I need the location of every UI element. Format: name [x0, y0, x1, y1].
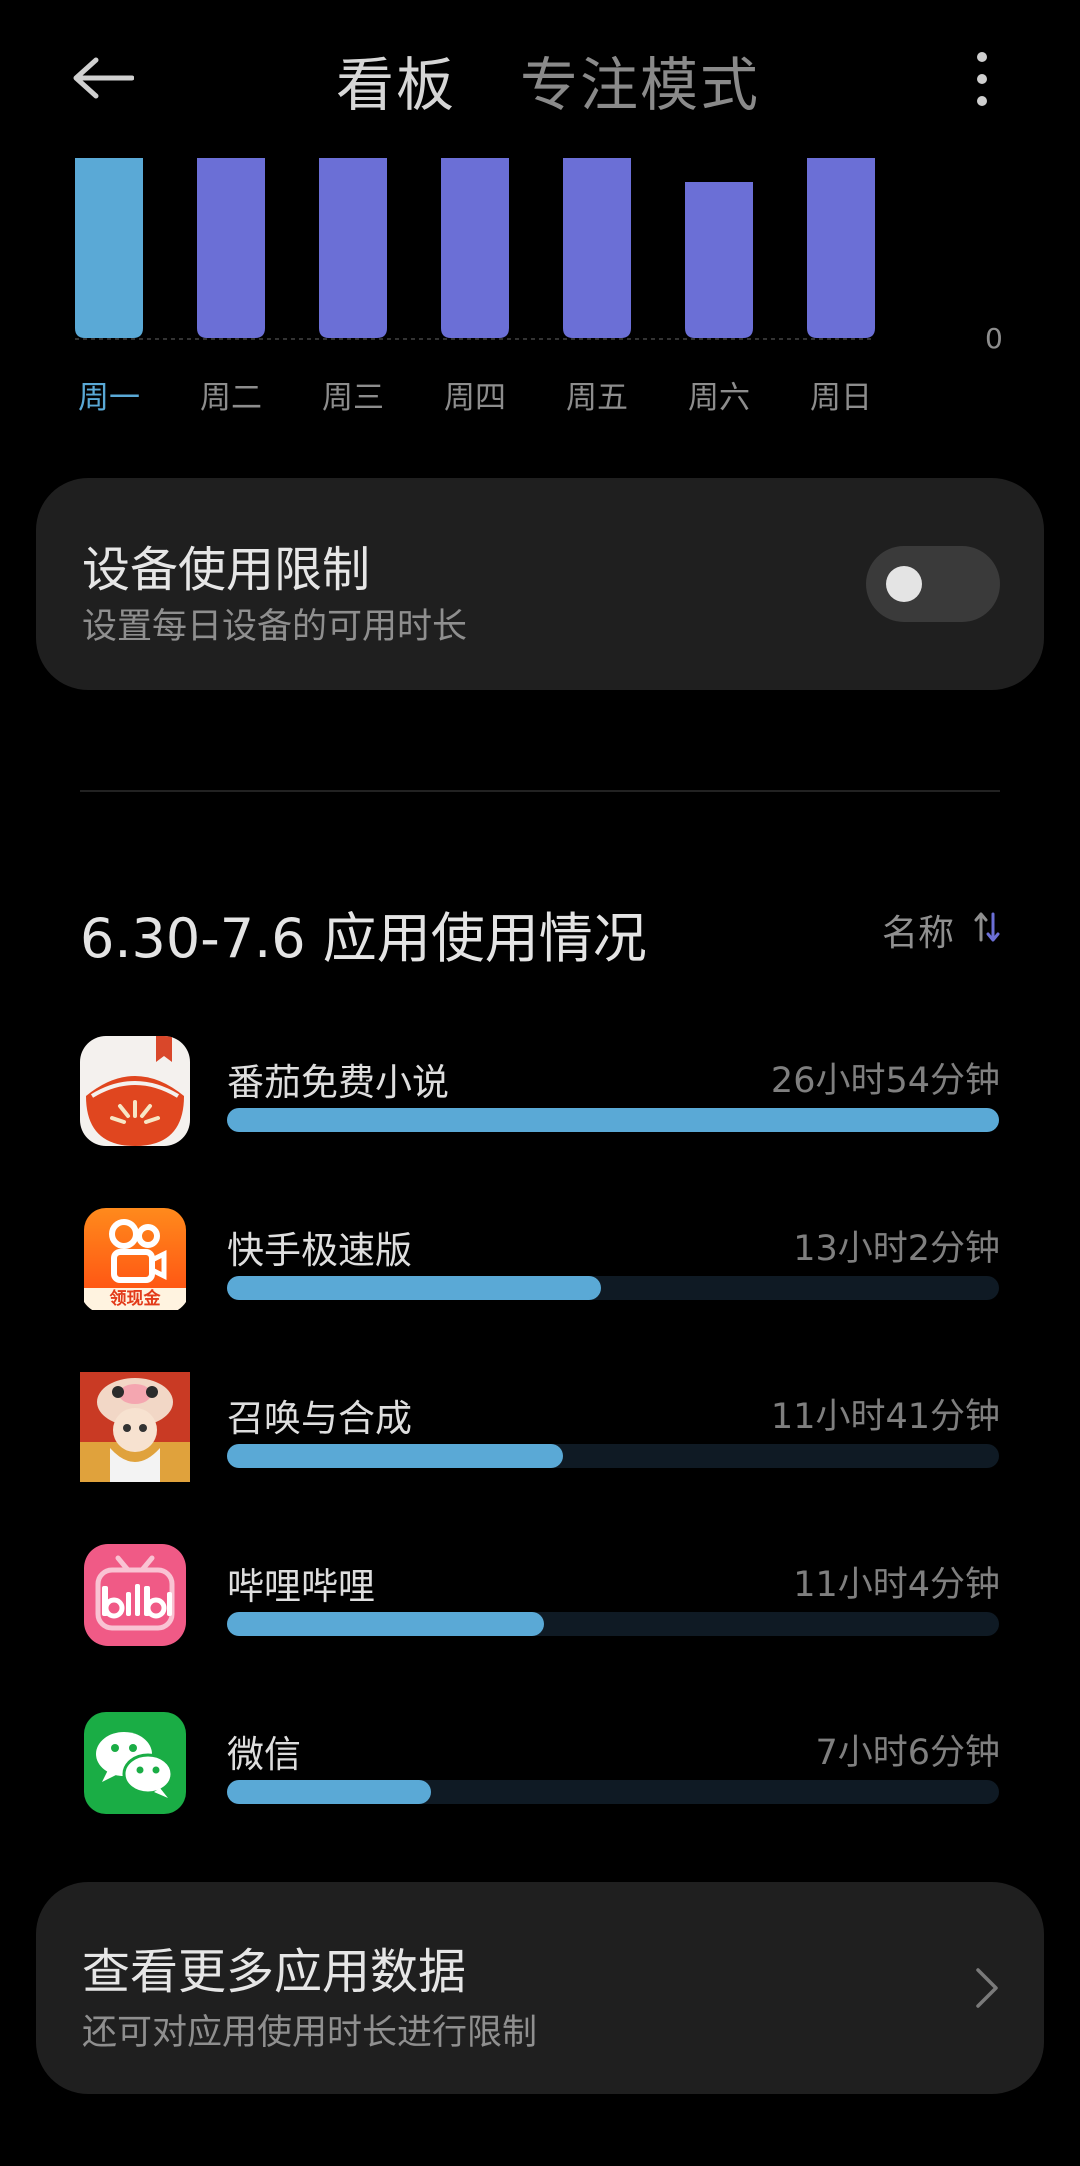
chevron-right-icon [976, 1968, 998, 2008]
usage-bar-track [227, 1108, 999, 1132]
app-usage-row[interactable]: 番茄免费小说 26小时54分钟 [0, 1036, 1080, 1166]
toggle-knob [886, 566, 922, 602]
bilibili-icon [80, 1540, 190, 1650]
device-limit-toggle[interactable] [866, 546, 1000, 622]
usage-bar-track [227, 1276, 999, 1300]
chart-bar-3[interactable] [319, 158, 387, 338]
sort-icon[interactable] [974, 910, 1000, 944]
chart-bar-7[interactable] [807, 158, 875, 338]
app-name: 快手极速版 [227, 1229, 412, 1272]
chart-bar-4[interactable] [441, 158, 509, 338]
tomato-novel-icon [80, 1036, 190, 1146]
tab-dashboard[interactable]: 看板 [336, 38, 456, 122]
app-usage-time: 11小时41分钟 [770, 1397, 1000, 1437]
more-app-data-subtitle: 还可对应用使用时长进行限制 [82, 2013, 538, 2053]
more-dot-icon [977, 74, 987, 84]
sort-by-name-button[interactable]: 名称 [882, 904, 954, 956]
tab-focus-mode[interactable]: 专注模式 [520, 38, 760, 122]
more-options-button[interactable] [970, 52, 994, 106]
section-divider [80, 790, 1000, 792]
chart-day-label[interactable]: 周六 [669, 372, 769, 417]
device-limit-card[interactable]: 设备使用限制 设置每日设备的可用时长 [36, 478, 1044, 690]
usage-bar-fill [227, 1612, 545, 1636]
chart-day-label[interactable]: 周三 [303, 372, 403, 417]
usage-section-title: 6.30-7.6 应用使用情况 [80, 907, 647, 970]
app-usage-row[interactable]: 召唤与合成 11小时41分钟 [0, 1372, 1080, 1502]
app-usage-time: 7小时6分钟 [815, 1733, 1000, 1773]
device-limit-title: 设备使用限制 [82, 542, 371, 598]
chart-day-label[interactable]: 周一 [59, 372, 159, 417]
app-name: 哔哩哔哩 [227, 1565, 375, 1608]
app-name: 微信 [227, 1733, 301, 1776]
chart-day-labels: 周一 周二 周三 周四 周五 周六 周日 [0, 372, 1080, 416]
chart-day-label[interactable]: 周日 [791, 372, 891, 417]
usage-bar-track [227, 1612, 999, 1636]
usage-bar-track [227, 1444, 999, 1468]
chart-bar-1[interactable] [75, 158, 143, 338]
wechat-icon [80, 1708, 190, 1818]
usage-bar-fill [227, 1444, 563, 1468]
app-usage-row[interactable]: 领现金 快手极速版 13小时2分钟 [0, 1204, 1080, 1334]
chart-day-label[interactable]: 周五 [547, 372, 647, 417]
app-usage-row[interactable]: 微信 7小时6分钟 [0, 1708, 1080, 1838]
usage-bar-fill [227, 1108, 999, 1132]
more-app-data-card[interactable]: 查看更多应用数据 还可对应用使用时长进行限制 [36, 1882, 1044, 2094]
usage-bar-fill [227, 1780, 431, 1804]
top-bar: 看板 专注模式 [0, 0, 1080, 150]
app-usage-row[interactable]: 哔哩哔哩 11小时4分钟 [0, 1540, 1080, 1670]
chart-bar-2[interactable] [197, 158, 265, 338]
app-usage-time: 11小时4分钟 [793, 1565, 1000, 1605]
summon-merge-icon [80, 1372, 190, 1482]
chart-axis-zero-label: 0 [985, 322, 1003, 355]
back-arrow-icon [73, 57, 134, 99]
app-name: 召唤与合成 [227, 1397, 412, 1440]
app-usage-time: 26小时54分钟 [770, 1061, 1000, 1101]
chart-bar-5[interactable] [563, 158, 631, 338]
more-app-data-title: 查看更多应用数据 [82, 1944, 467, 2000]
back-button[interactable] [72, 48, 142, 108]
usage-bar-fill [227, 1276, 602, 1300]
chart-day-label[interactable]: 周二 [181, 372, 281, 417]
usage-bar-track [227, 1780, 999, 1804]
kuaishou-badge-text: 领现金 [109, 1289, 161, 1309]
more-dot-icon [977, 96, 987, 106]
more-dot-icon [977, 52, 987, 62]
app-usage-time: 13小时2分钟 [793, 1229, 1000, 1269]
chart-day-label[interactable]: 周四 [425, 372, 525, 417]
app-name: 番茄免费小说 [227, 1061, 449, 1104]
chart-bar-6[interactable] [685, 182, 753, 338]
kuaishou-icon: 领现金 [80, 1204, 190, 1314]
device-limit-subtitle: 设置每日设备的可用时长 [82, 607, 468, 647]
